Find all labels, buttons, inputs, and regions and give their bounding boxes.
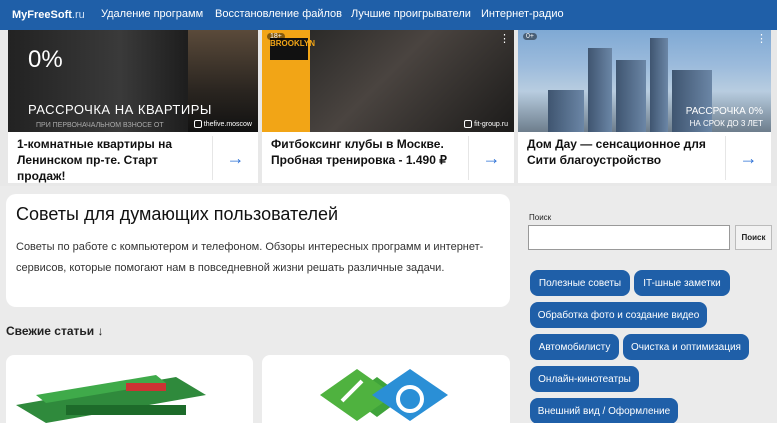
ad-image-fitboxing[interactable]: BROOKLYN 18+ ⋮ fit-group.ru — [262, 30, 514, 132]
ad-card-dom-dau[interactable]: РАССРОЧКА 0% НА СРОК ДО 3 ЛЕТ 0+ ⋮ Дом Д… — [518, 30, 771, 183]
source-icon — [464, 120, 473, 128]
ad-image-logo: BROOKLYN — [270, 38, 315, 60]
ad-title[interactable]: Дом Дау — сенсационное для Сити благоуст… — [527, 136, 717, 168]
ad-image-tagline: РАССРОЧКА НА КВАРТИРЫ — [28, 102, 212, 117]
ad-image-tower — [650, 38, 668, 132]
ad-image-dom-dau[interactable]: РАССРОЧКА 0% НА СРОК ДО 3 ЛЕТ 0+ ⋮ — [518, 30, 771, 132]
tag-useful-tips[interactable]: Полезные советы — [530, 270, 630, 296]
page-description: Советы по работе с компьютером и телефон… — [16, 241, 484, 274]
top-nav: MyFreeSoft.ru Удаление программ Восстано… — [0, 0, 777, 30]
ads-row: 0% РАССРОЧКА НА КВАРТИРЫ ПРИ ПЕРВОНАЧАЛЬ… — [0, 30, 777, 186]
search-input[interactable] — [528, 225, 730, 250]
ad-image-tower — [548, 90, 584, 132]
ad-image-tower — [588, 48, 612, 132]
tag-online-cinemas[interactable]: Онлайн-кинотеатры — [530, 366, 639, 392]
article-card[interactable] — [262, 355, 510, 423]
ad-image-headline: РАССРОЧКА 0% — [685, 106, 763, 117]
site-logo[interactable]: MyFreeSoft.ru — [12, 9, 85, 21]
ad-source-label: fit-group.ru — [474, 120, 508, 128]
article-card[interactable] — [6, 355, 253, 423]
tag-photo-video[interactable]: Обработка фото и создание видео — [530, 302, 707, 328]
ad-source: thefive.moscow — [193, 120, 252, 128]
fresh-articles-heading: Свежие статьи ↓ — [6, 324, 104, 338]
ad-image-headline: 0% — [28, 46, 63, 73]
tag-appearance[interactable]: Внешний вид / Оформление — [530, 398, 678, 423]
arrow-right-icon[interactable]: → — [725, 136, 771, 180]
more-options-icon[interactable]: ⋮ — [756, 32, 767, 45]
source-icon — [193, 120, 202, 128]
ad-title[interactable]: 1-комнатные квартиры на Ленинском пр-те.… — [17, 136, 207, 184]
nav-link-best-players[interactable]: Лучшие проигрыватели — [351, 8, 471, 20]
intro-card: Советы для думающих пользователей Советы… — [6, 194, 510, 307]
brand-tld[interactable]: .ru — [72, 9, 85, 21]
ad-image-photo — [310, 30, 514, 132]
tag-car-owners[interactable]: Автомобилисту — [530, 334, 619, 360]
ad-card-fitboxing[interactable]: BROOKLYN 18+ ⋮ fit-group.ru Фитбоксинг к… — [262, 30, 514, 183]
nav-link-file-recovery[interactable]: Восстановление файлов — [215, 8, 342, 20]
ad-source-label: thefive.moscow — [203, 120, 252, 128]
search-label: Поиск — [529, 213, 552, 222]
arrow-right-icon[interactable]: → — [468, 136, 514, 180]
more-options-icon[interactable]: ⋮ — [499, 32, 510, 45]
nav-link-internet-radio[interactable]: Интернет-радио — [481, 8, 564, 20]
article-thumbnail — [16, 375, 206, 423]
ad-image-apartments[interactable]: 0% РАССРОЧКА НА КВАРТИРЫ ПРИ ПЕРВОНАЧАЛЬ… — [8, 30, 258, 132]
nav-link-uninstall[interactable]: Удаление программ — [101, 8, 203, 20]
age-rating-badge: 18+ — [267, 33, 285, 40]
age-rating-badge: 0+ — [523, 33, 537, 40]
ad-card-apartments[interactable]: 0% РАССРОЧКА НА КВАРТИРЫ ПРИ ПЕРВОНАЧАЛЬ… — [8, 30, 258, 183]
ad-source: fit-group.ru — [464, 120, 508, 128]
brand-name[interactable]: MyFreeSoft — [12, 9, 72, 21]
ad-image-subline: НА СРОК ДО 3 ЛЕТ — [689, 119, 763, 128]
page-title: Советы для думающих пользователей — [16, 204, 339, 224]
article-thumbnail — [320, 369, 448, 421]
search-button[interactable]: Поиск — [735, 225, 772, 250]
ad-image-fineprint: ПРИ ПЕРВОНАЧАЛЬНОМ ВЗНОСЕ ОТ — [36, 122, 164, 129]
ad-title[interactable]: Фитбоксинг клубы в Москве. Пробная трени… — [271, 136, 461, 168]
ad-image-tower — [616, 60, 646, 132]
arrow-right-icon[interactable]: → — [212, 136, 258, 180]
tag-cleanup-optimization[interactable]: Очистка и оптимизация — [623, 334, 749, 360]
tag-it-notes[interactable]: IT-шные заметки — [634, 270, 730, 296]
